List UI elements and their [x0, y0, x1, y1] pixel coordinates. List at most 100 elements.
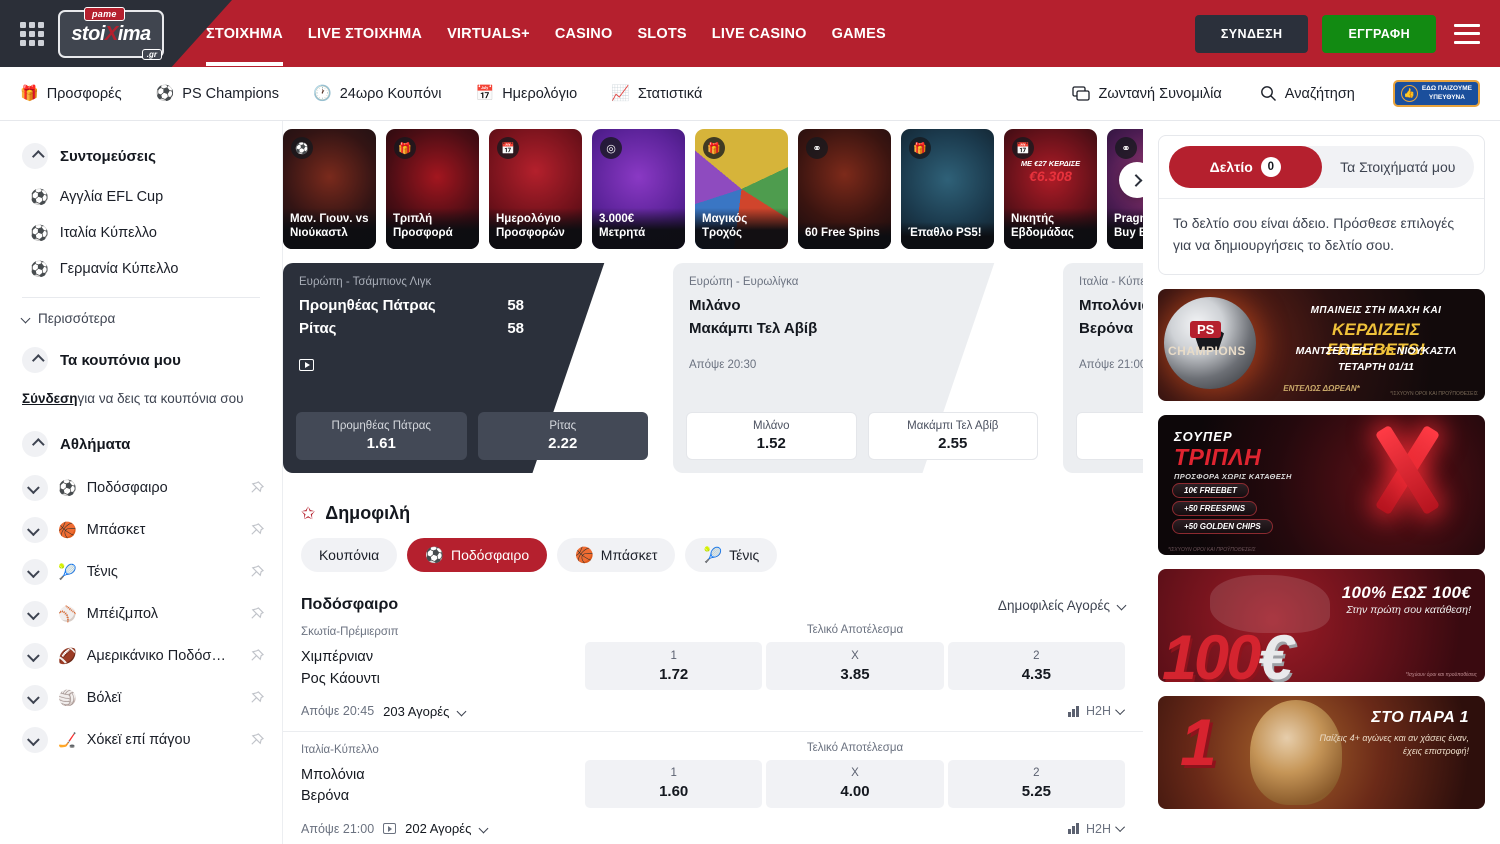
- h2h-button[interactable]: H2H: [1068, 704, 1125, 718]
- pin-icon[interactable]: [249, 523, 264, 538]
- match-markets-count[interactable]: 202 Αγορές: [405, 821, 471, 836]
- banner-deposit-bonus[interactable]: 100€ 100% ΕΩΣ 100€ Στην πρώτη σου κατάθε…: [1158, 569, 1485, 682]
- chart-icon: 📈: [611, 86, 630, 101]
- tab-basketball[interactable]: 🏀 Μπάσκετ: [557, 538, 675, 572]
- chevron-right-icon[interactable]: [479, 824, 489, 834]
- pin-icon[interactable]: [249, 733, 264, 748]
- promo-tile-tripli-offer[interactable]: 🎁 Τριπλή Προσφορά: [386, 129, 479, 249]
- featured-odd-button[interactable]: 1 1.60: [1076, 412, 1143, 460]
- tab-coupons[interactable]: Κουπόνια: [301, 538, 397, 572]
- subnav-item-offers[interactable]: 🎁 Προσφορές: [20, 86, 122, 102]
- sidebar-sport-tennis[interactable]: 🎾 Τένις: [0, 551, 282, 593]
- odd-value: 2.55: [938, 435, 967, 452]
- register-button[interactable]: ΕΓΓΡΑΦΗ: [1322, 15, 1436, 53]
- promo-tile-offers-calendar[interactable]: 📅 Ημερολόγιο Προσφορών: [489, 129, 582, 249]
- shortcuts-section-header[interactable]: Συντομεύσεις: [0, 135, 282, 179]
- match-info[interactable]: Σκωτία-Πρέμιερσιπ Χιμπέρνιαν Ρος Κάουντι: [301, 624, 585, 691]
- betslip-tab-slip[interactable]: Δελτίο 0: [1169, 146, 1322, 188]
- odd-button-2[interactable]: 2 4.35: [948, 642, 1125, 690]
- betslip-tab-mybets[interactable]: Τα Στοιχήματά μου: [1322, 146, 1475, 188]
- tv-icon[interactable]: [383, 823, 396, 834]
- chevron-up-icon: [22, 431, 48, 457]
- responsible-gaming-badge[interactable]: 👍 ΕΔΩ ΠΑΙΖΟΥΜΕ ΥΠΕΥΘΥΝΑ: [1393, 80, 1480, 107]
- chevron-down-icon[interactable]: [22, 685, 48, 711]
- hamburger-menu-icon[interactable]: [1454, 24, 1480, 44]
- featured-odd-button[interactable]: Μακάμπι Τελ Αβίβ 2.55: [868, 412, 1039, 460]
- nav-item-virtuals[interactable]: VIRTUALS+: [447, 26, 530, 42]
- chevron-down-icon: [1115, 822, 1125, 832]
- odd-button-x[interactable]: Χ 3.85: [766, 642, 943, 690]
- pin-icon[interactable]: [249, 649, 264, 664]
- chevron-down-icon[interactable]: [22, 643, 48, 669]
- sidebar-sport-basketball[interactable]: 🏀 Μπάσκετ: [0, 509, 282, 551]
- apps-grid-icon[interactable]: [20, 22, 44, 46]
- tab-football[interactable]: ⚽ Ποδόσφαιρο: [407, 538, 547, 572]
- secondary-navigation: 🎁 Προσφορές ⚽ PS Champions 🕐 24ωρο Κουπό…: [0, 67, 1500, 121]
- match-info[interactable]: Ιταλία-Κύπελλο Μπολόνια Βερόνα: [301, 742, 585, 809]
- match-markets-count[interactable]: 203 Αγορές: [383, 704, 449, 719]
- subnav-item-calendar[interactable]: 📅 Ημερολόγιο: [476, 86, 578, 102]
- banner-vs: VS: [1380, 345, 1394, 357]
- featured-match-card-euroleague[interactable]: Ευρώπη - Ευρωλίγκα Μιλάνο Μακάμπι Τελ Αβ…: [673, 263, 1051, 473]
- pin-icon[interactable]: [249, 481, 264, 496]
- banner-ps-champions[interactable]: PS CHAMPIONS ΜΠΑΙΝΕΙΣ ΣΤΗ ΜΑΧΗ ΚΑΙ ΚΕΡΔΙ…: [1158, 289, 1485, 401]
- promo-tile-60-free-spins[interactable]: ⚭ 60 Free Spins: [798, 129, 891, 249]
- odd-button-x[interactable]: Χ 4.00: [766, 760, 943, 808]
- nav-item-live-casino[interactable]: LIVE CASINO: [712, 26, 807, 42]
- odd-button-1[interactable]: 1 1.72: [585, 642, 762, 690]
- shortcuts-more-button[interactable]: Περισσότερα: [0, 298, 282, 339]
- sidebar-sport-baseball[interactable]: ⚾ Μπέιζμπολ: [0, 593, 282, 635]
- nav-item-games[interactable]: GAMES: [832, 26, 886, 42]
- sidebar-sport-football[interactable]: ⚽ Ποδόσφαιρο: [0, 467, 282, 509]
- chevron-right-icon[interactable]: [457, 706, 467, 716]
- nav-item-live-stoixima[interactable]: LIVE ΣΤΟΙΧΗΜΑ: [308, 26, 422, 42]
- nav-item-slots[interactable]: SLOTS: [637, 26, 686, 42]
- coupons-login-link[interactable]: Σύνδεση: [22, 391, 78, 406]
- featured-match-card-coppa[interactable]: Ιταλία - Κύπελλο Μπολόνια Βερόνα Απόψε 2…: [1063, 263, 1143, 473]
- promo-tile-ps-champions[interactable]: ⚽ Μαν. Γιουν. vs Νιούκαστλ: [283, 129, 376, 249]
- promo-tile-magic-wheel[interactable]: 🎁 Μαγικός Τροχός: [695, 129, 788, 249]
- my-coupons-section-header[interactable]: Τα κουπόνια μου: [0, 339, 282, 383]
- sidebar-shortcut-italia-kypello[interactable]: ⚽ Ιταλία Κύπελλο: [0, 215, 282, 251]
- live-chat-button[interactable]: Ζωντανή Συνομιλία: [1072, 85, 1221, 103]
- featured-time: Απόψε 20:30: [689, 359, 1035, 371]
- nav-item-casino[interactable]: CASINO: [555, 26, 613, 42]
- chevron-down-icon[interactable]: [22, 727, 48, 753]
- chevron-down-icon[interactable]: [22, 517, 48, 543]
- promo-tile-3000-cash[interactable]: ◎ 3.000€ Μετρητά: [592, 129, 685, 249]
- pin-icon[interactable]: [249, 565, 264, 580]
- featured-odd-button[interactable]: Ρίτας 2.22: [478, 412, 649, 460]
- popular-markets-dropdown[interactable]: Δημοφιλείς Αγορές: [998, 598, 1125, 613]
- pin-icon[interactable]: [249, 691, 264, 706]
- chevron-down-icon[interactable]: [22, 559, 48, 585]
- promo-tile-ps5-prize[interactable]: 🎁 Έπαθλο PS5!: [901, 129, 994, 249]
- live-stream-icon[interactable]: [299, 359, 314, 371]
- banner-sto-para-1[interactable]: 1 ΣΤΟ ΠΑΡΑ 1 Παίζεις 4+ αγώνες και αν χά…: [1158, 696, 1485, 809]
- featured-odd-button[interactable]: Μιλάνο 1.52: [686, 412, 857, 460]
- tab-tennis[interactable]: 🎾 Τένις: [685, 538, 777, 572]
- featured-odd-button[interactable]: Προμηθέας Πάτρας 1.61: [296, 412, 467, 460]
- sidebar-shortcut-germania-kypello[interactable]: ⚽ Γερμανία Κύπελλο: [0, 251, 282, 287]
- chevron-down-icon[interactable]: [22, 601, 48, 627]
- login-button[interactable]: ΣΥΝΔΕΣΗ: [1195, 15, 1309, 53]
- sidebar-sport-ice-hockey[interactable]: 🏒 Χόκεϊ επί πάγου: [0, 719, 282, 761]
- subnav-item-ps-champions[interactable]: ⚽ PS Champions: [156, 86, 279, 102]
- featured-match-card-live[interactable]: Ευρώπη - Τσάμπιονς Λιγκ Προμηθέας Πάτρας…: [283, 263, 661, 473]
- banner-big-number: 100: [1162, 623, 1258, 682]
- odd-button-2[interactable]: 2 5.25: [948, 760, 1125, 808]
- promo-tile-weekly-winner[interactable]: 📅 ΜΕ €27 ΚΕΡΔΙΣΕ €6.308 Νικητής Εβδομάδα…: [1004, 129, 1097, 249]
- subnav-item-24h-coupon[interactable]: 🕐 24ωρο Κουπόνι: [313, 86, 442, 102]
- site-logo[interactable]: pame stoiXima .gr: [58, 10, 164, 58]
- sports-section-header[interactable]: Αθλήματα: [0, 423, 282, 467]
- sidebar-sport-american-football[interactable]: 🏈 Αμερικάνικο Ποδόσ…: [0, 635, 282, 677]
- chevron-down-icon[interactable]: [22, 475, 48, 501]
- h2h-button[interactable]: H2H: [1068, 822, 1125, 836]
- subnav-item-statistics[interactable]: 📈 Στατιστικά: [611, 86, 702, 102]
- pin-icon[interactable]: [249, 607, 264, 622]
- odd-button-1[interactable]: 1 1.60: [585, 760, 762, 808]
- search-button[interactable]: Αναζήτηση: [1260, 85, 1355, 102]
- nav-item-stoixima[interactable]: ΣΤΟΙΧΗΜΑ: [206, 26, 283, 42]
- banner-super-tripli[interactable]: ΣΟΥΠΕΡ ΤΡΙΠΛΗ ΠΡΟΣΦΟΡΑ ΧΩΡΙΣ ΚΑΤΑΘΕΣΗ 10…: [1158, 415, 1485, 555]
- sidebar-shortcut-efl-cup[interactable]: ⚽ Αγγλία EFL Cup: [0, 179, 282, 215]
- sidebar-sport-volleyball[interactable]: 🏐 Βόλεϊ: [0, 677, 282, 719]
